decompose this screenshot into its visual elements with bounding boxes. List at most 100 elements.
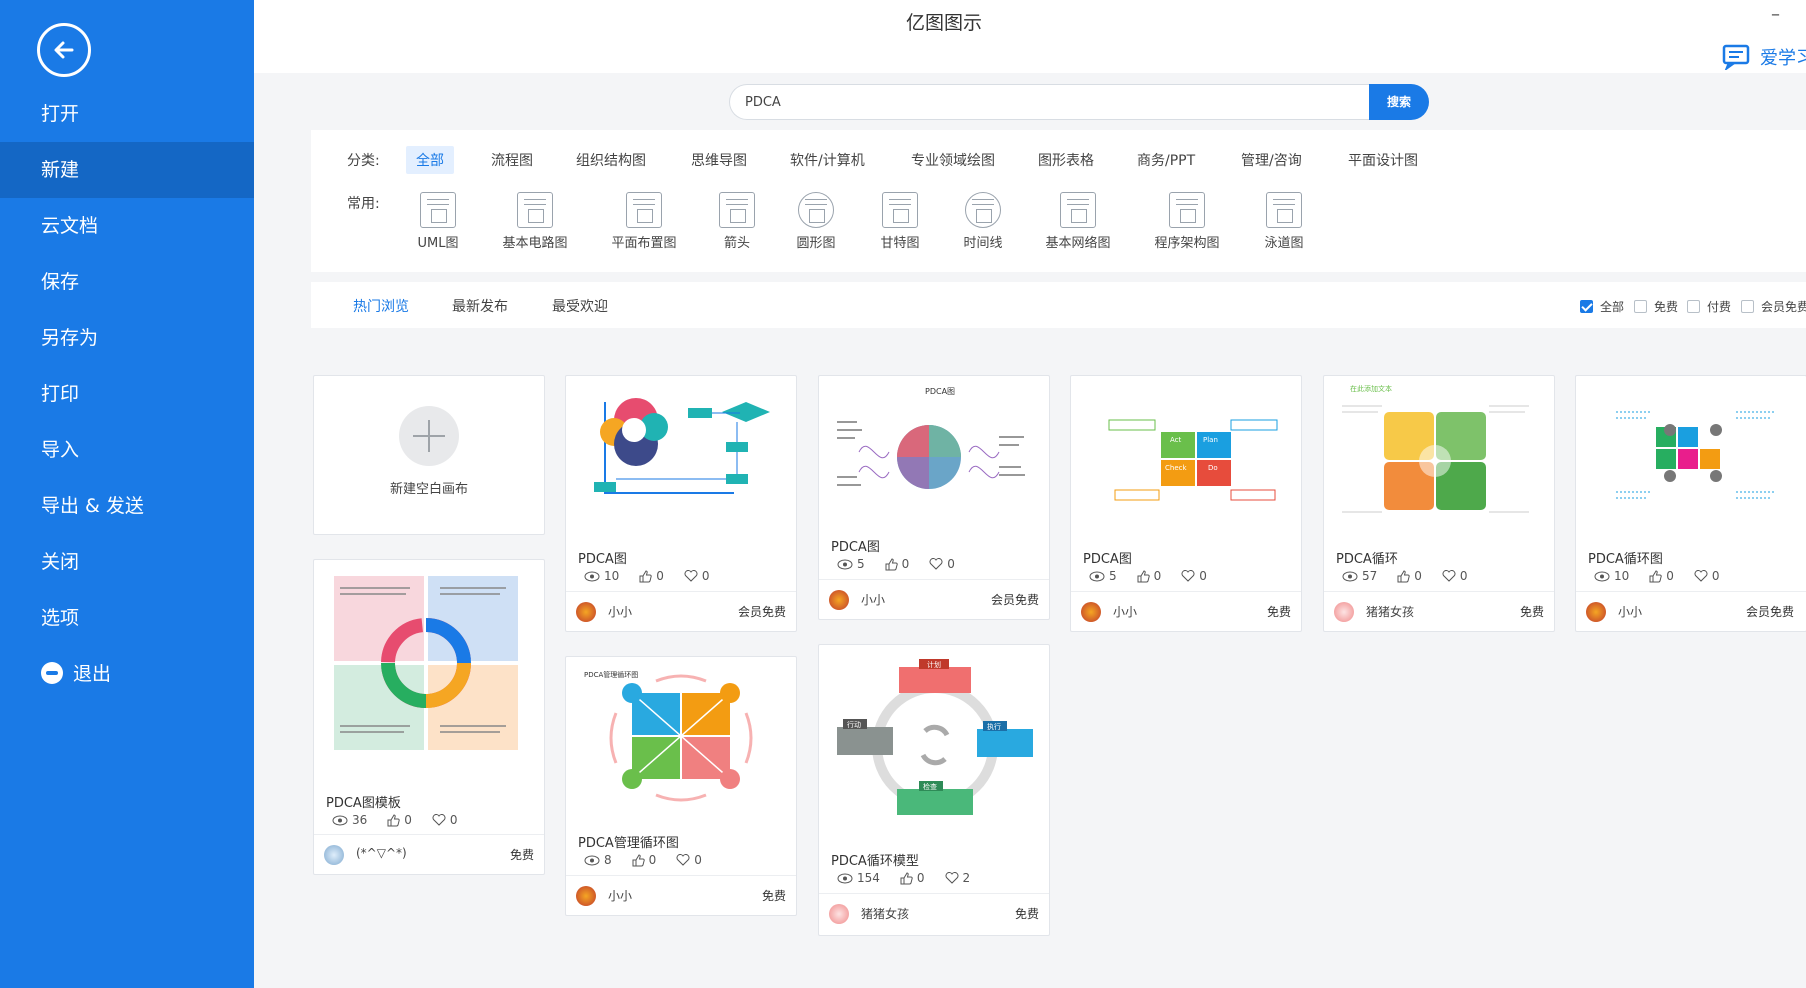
sidebar-item-import[interactable]: 导入 (0, 422, 254, 478)
favs-stat[interactable]: 0 (1181, 569, 1207, 583)
sort-tab-newest[interactable]: 最新发布 (452, 296, 508, 316)
category-tab-graphic-design[interactable]: 平面设计图 (1338, 146, 1428, 174)
filter-paid[interactable]: 付费 (1687, 298, 1731, 315)
common-item-timeline[interactable]: 时间线 (933, 192, 1033, 251)
favs-stat[interactable]: 0 (1694, 569, 1720, 583)
sidebar-item-print[interactable]: 打印 (0, 366, 254, 422)
likes-stat[interactable]: 0 (632, 853, 656, 867)
sidebar-item-exit[interactable]: 退出 (0, 646, 254, 702)
help-label: 爱学习 (1760, 48, 1806, 69)
plus-icon (399, 406, 459, 466)
common-item-architecture[interactable]: 程序架构图 (1137, 192, 1237, 251)
favs-stat[interactable]: 2 (945, 871, 970, 885)
favs-stat[interactable]: 0 (432, 813, 458, 827)
favs-stat[interactable]: 0 (1442, 569, 1468, 583)
likes-count: 0 (901, 557, 910, 571)
category-tab-mindmap[interactable]: 思维导图 (681, 146, 757, 174)
back-button[interactable] (37, 23, 91, 77)
sidebar-item-new[interactable]: 新建 (0, 142, 254, 198)
heart-icon (1181, 570, 1195, 582)
arrow-shapes-icon (719, 192, 755, 228)
thumbnail-heading: 在此添加文本 (1350, 384, 1392, 393)
heart-icon (684, 570, 698, 582)
app-window: 打开 新建 云文档 保存 另存为 打印 导入 导出 & 发送 关闭 选项 退出 … (0, 0, 1806, 988)
template-card[interactable]: 计划 执行 检查 行动 PDCA循环模型 154 0 2 猪猪女孩 免费 (818, 644, 1050, 936)
template-card[interactable]: PDCA图 PDCA图 5 0 0 小小 会员免费 (818, 375, 1050, 620)
template-card[interactable]: PDCA管理循环图 PDCA管理循环图 8 0 0 小小 免费 (565, 656, 797, 916)
template-footer: 小小 会员免费 (1576, 591, 1806, 631)
help-link[interactable]: 爱学习 (1722, 44, 1806, 70)
category-tab-graphic-table[interactable]: 图形表格 (1028, 146, 1104, 174)
filter-free[interactable]: 免费 (1634, 298, 1678, 315)
likes-stat[interactable]: 0 (885, 557, 910, 571)
checkbox-icon (1687, 300, 1700, 313)
sidebar-item-close[interactable]: 关闭 (0, 534, 254, 590)
template-stats: 5 0 0 (837, 557, 955, 571)
thumbnail-label: 检查 (923, 782, 937, 791)
favs-stat[interactable]: 0 (929, 557, 955, 571)
likes-stat[interactable]: 0 (1137, 569, 1162, 583)
category-tab-business[interactable]: 商务/PPT (1127, 146, 1205, 174)
minimize-button[interactable]: – (1771, 4, 1780, 25)
common-item-circuit[interactable]: 基本电路图 (485, 192, 585, 251)
likes-stat[interactable]: 0 (1397, 569, 1422, 583)
category-tab-org-chart[interactable]: 组织结构图 (566, 146, 656, 174)
views-count: 5 (1109, 569, 1117, 583)
sidebar-item-export[interactable]: 导出 & 发送 (0, 478, 254, 534)
common-item-floorplan[interactable]: 平面布置图 (594, 192, 694, 251)
template-stats: 154 0 2 (837, 871, 970, 885)
views-stat: 57 (1342, 569, 1377, 583)
favs-stat[interactable]: 0 (676, 853, 702, 867)
views-count: 5 (857, 557, 865, 571)
sidebar-item-save-as[interactable]: 另存为 (0, 310, 254, 366)
category-tab-all[interactable]: 全部 (406, 146, 454, 174)
new-blank-canvas-card[interactable]: 新建空白画布 (313, 375, 545, 535)
blank-canvas-label: 新建空白画布 (389, 482, 468, 497)
price-badge: 免费 (509, 848, 534, 862)
common-item-label: 平面布置图 (611, 236, 677, 251)
eye-icon (584, 571, 600, 581)
category-tab-software[interactable]: 软件/计算机 (780, 146, 875, 174)
sort-tab-hot[interactable]: 热门浏览 (353, 296, 409, 316)
likes-count: 0 (1153, 569, 1162, 583)
search-button[interactable]: 搜索 (1369, 84, 1429, 120)
likes-stat[interactable]: 0 (1649, 569, 1674, 583)
favs-count: 0 (1199, 569, 1207, 583)
favs-count: 0 (1459, 569, 1468, 583)
likes-stat[interactable]: 0 (639, 569, 664, 583)
avatar (829, 590, 849, 610)
common-item-uml[interactable]: UML图 (388, 192, 488, 251)
thumbnail-label: Act (1170, 436, 1182, 444)
template-card[interactable]: PDCA图模板 36 0 0 (*^▽^*) 免费 (313, 559, 545, 875)
sidebar-item-options[interactable]: 选项 (0, 590, 254, 646)
common-item-network[interactable]: 基本网络图 (1028, 192, 1128, 251)
template-card[interactable]: 在此添加文本 PDCA循环 57 0 0 猪猪女孩 免费 (1323, 375, 1555, 632)
price-badge: 会员免费 (1746, 605, 1795, 619)
filter-member-free[interactable]: 会员免费 (1741, 298, 1806, 315)
template-card[interactable]: PDCA图 10 0 0 小小 会员免费 (565, 375, 797, 632)
views-count: 8 (604, 853, 612, 867)
views-count: 154 (857, 871, 880, 885)
template-footer: (*^▽^*) 免费 (314, 834, 544, 874)
sort-tab-popular[interactable]: 最受欢迎 (552, 296, 608, 316)
thumbnail-label: Plan (1203, 436, 1218, 444)
sidebar-item-cloud[interactable]: 云文档 (0, 198, 254, 254)
sidebar-item-save[interactable]: 保存 (0, 254, 254, 310)
category-tab-flowchart[interactable]: 流程图 (481, 146, 543, 174)
likes-stat[interactable]: 0 (900, 871, 925, 885)
common-item-swimlane[interactable]: 泳道图 (1234, 192, 1334, 251)
search-input[interactable] (729, 84, 1369, 120)
likes-stat[interactable]: 0 (387, 813, 412, 827)
category-tab-professional[interactable]: 专业领域绘图 (901, 146, 1005, 174)
favs-stat[interactable]: 0 (684, 569, 710, 583)
category-tab-management[interactable]: 管理/咨询 (1231, 146, 1312, 174)
template-stats: 57 0 0 (1342, 569, 1468, 583)
author-name: 小小 (861, 593, 886, 607)
favs-count: 0 (947, 557, 955, 571)
filter-label: 免费 (1654, 300, 1679, 314)
template-card[interactable]: PDCA循环图 10 0 0 小小 会员免费 (1575, 375, 1806, 632)
filter-all[interactable]: 全部 (1580, 298, 1624, 315)
avatar (1334, 602, 1354, 622)
template-card[interactable]: Act Plan Check Do PDCA图 5 0 0 小小 免费 (1070, 375, 1302, 632)
sidebar-item-open[interactable]: 打开 (0, 86, 254, 142)
